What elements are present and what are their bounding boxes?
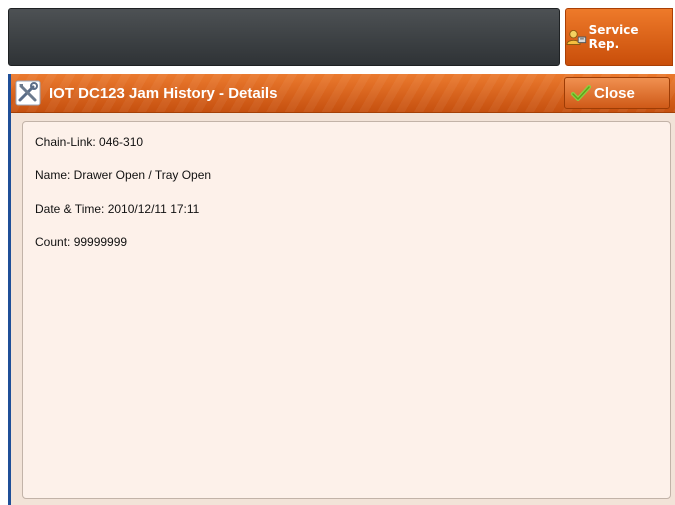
close-button[interactable]: Close <box>564 77 670 109</box>
dialog-title: IOT DC123 Jam History - Details <box>49 84 278 102</box>
chain-link-value: Chain-Link: 046-310 <box>35 135 144 149</box>
service-rep-label: Service Rep. <box>588 23 639 51</box>
name-value: Name: Drawer Open / Tray Open <box>35 168 212 182</box>
details-panel: Chain-Link: 046-310 Name: Drawer Open / … <box>22 121 671 499</box>
service-rep-button[interactable]: Service Rep. <box>565 8 673 66</box>
count-value: Count: 99999999 <box>35 235 128 249</box>
status-bar <box>8 8 560 66</box>
date-time-value: Date & Time: 2010/12/11 17:11 <box>35 202 200 216</box>
dialog-title-bar: IOT DC123 Jam History - Details Close <box>11 74 675 113</box>
checkmark-icon <box>571 85 591 101</box>
close-button-label: Close <box>594 84 635 102</box>
tools-icon <box>15 80 41 106</box>
jam-history-details-dialog: IOT DC123 Jam History - Details Close Ch… <box>8 74 675 505</box>
service-rep-icon <box>566 29 587 45</box>
